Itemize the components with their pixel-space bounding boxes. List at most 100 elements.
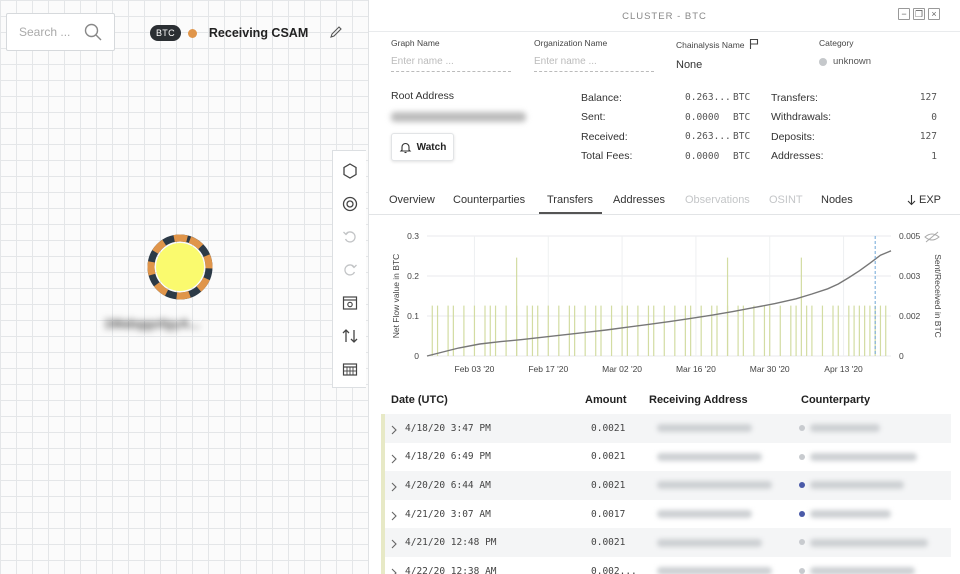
col-date[interactable]: Date (UTC): [391, 394, 448, 406]
redo-icon[interactable]: [333, 255, 367, 285]
hexagon-icon[interactable]: [333, 156, 367, 186]
tab-transfers[interactable]: Transfers: [539, 194, 603, 214]
graph-name-field: Graph Name Enter name ...: [391, 38, 511, 72]
fees-row: Total Fees: 0.0000 BTC: [581, 147, 750, 167]
row-receiving-address[interactable]: [657, 567, 772, 574]
search-box[interactable]: [6, 13, 115, 51]
bell-icon: [399, 142, 411, 153]
graph-canvas[interactable]: BTC Receiving CSAM 1MabggsfgyA...: [0, 0, 368, 574]
category-value-row[interactable]: unknown: [819, 56, 871, 67]
fees-label: Total Fees:: [581, 150, 633, 163]
calendar-grid-icon[interactable]: [333, 354, 367, 384]
panel-title: CLUSTER - BTC: [622, 11, 707, 22]
col-receiving-address[interactable]: Receiving Address: [649, 394, 748, 406]
counterparty-dot: [799, 567, 805, 574]
graph-name: Receiving CSAM: [208, 26, 309, 40]
addresses-row: Addresses: 1: [771, 147, 937, 167]
table-row[interactable]: 4/21/20 3:07 AM 0.0017: [381, 499, 951, 529]
undo-icon[interactable]: [333, 222, 367, 252]
tab-overview[interactable]: Overview: [389, 194, 435, 206]
chevron-right-icon[interactable]: [391, 451, 397, 469]
row-date: 4/20/20 6:44 AM: [405, 479, 491, 491]
deposits-row: Deposits: 127: [771, 127, 937, 147]
row-receiving-address[interactable]: [657, 538, 762, 547]
graph-name-input[interactable]: Enter name ...: [391, 56, 511, 72]
received-label: Received:: [581, 130, 628, 143]
export-button[interactable]: EXP: [907, 194, 941, 206]
tab-addresses[interactable]: Addresses: [613, 194, 665, 206]
fees-unit: BTC: [733, 150, 751, 162]
chevron-right-icon[interactable]: [391, 508, 397, 526]
chainalysis-label: Chainalysis Name: [676, 39, 745, 50]
panel-search-icon[interactable]: [333, 288, 367, 318]
org-name-field: Organization Name Enter name ...: [534, 38, 654, 72]
table-row[interactable]: 4/22/20 12:38 AM 0.002...: [381, 556, 951, 574]
eye-off-icon[interactable]: [924, 231, 940, 243]
row-counterparty[interactable]: [810, 510, 891, 519]
y2-tick-label: 0.003: [899, 271, 921, 281]
balance-unit: BTC: [733, 92, 751, 104]
row-amount: 0.0021: [591, 537, 626, 549]
chevron-right-icon[interactable]: [391, 565, 397, 574]
row-receiving-address[interactable]: [657, 510, 752, 519]
tab-nodes[interactable]: Nodes: [821, 194, 853, 206]
search-input[interactable]: [19, 25, 79, 39]
row-counterparty[interactable]: [810, 481, 904, 490]
status-dot: [187, 28, 197, 38]
table-row[interactable]: 4/20/20 6:44 AM 0.0021: [381, 471, 951, 500]
category-dot: [819, 57, 827, 66]
close-icon[interactable]: ×: [928, 8, 940, 20]
root-address-label: Root Address: [391, 90, 455, 102]
chevron-right-icon[interactable]: [391, 422, 397, 440]
transfers-icon[interactable]: [333, 321, 367, 351]
table-row[interactable]: 4/21/20 12:48 PM 0.0021: [381, 528, 951, 557]
y2-tick-label: 0.002: [899, 311, 921, 321]
watch-button[interactable]: Watch: [391, 133, 454, 161]
chevron-right-icon[interactable]: [391, 479, 397, 497]
row-counterparty[interactable]: [810, 567, 915, 574]
row-receiving-address[interactable]: [657, 424, 752, 433]
chevron-right-icon[interactable]: [391, 536, 397, 554]
col-counterparty[interactable]: Counterparty: [801, 394, 870, 406]
search-icon[interactable]: [84, 23, 102, 46]
org-name-input[interactable]: Enter name ...: [534, 56, 654, 72]
flag-icon[interactable]: [749, 38, 759, 51]
minimize-icon[interactable]: −: [898, 8, 910, 20]
addresses-label: Addresses:: [771, 150, 824, 163]
table-row[interactable]: 4/18/20 3:47 PM 0.0021: [381, 414, 951, 443]
watch-label: Watch: [416, 141, 447, 153]
withdrawals-row: Withdrawals: 0: [771, 108, 937, 128]
pencil-icon[interactable]: [329, 25, 343, 44]
col-amount[interactable]: Amount: [585, 394, 627, 406]
cluster-panel: CLUSTER - BTC − ❐ × Graph Name Enter nam…: [368, 0, 960, 574]
sent-label: Sent:: [581, 111, 606, 124]
restore-icon[interactable]: ❐: [913, 8, 925, 20]
tab-osint: OSINT: [769, 194, 803, 206]
counterparty-dot: [799, 425, 805, 431]
balance-stats: Balance: 0.263... BTC Sent: 0.0000 BTC R…: [581, 88, 750, 166]
download-icon: [907, 194, 916, 205]
row-counterparty[interactable]: [810, 538, 928, 547]
category-value: unknown: [833, 56, 872, 67]
row-amount: 0.0021: [591, 479, 626, 491]
tab-counterparties[interactable]: Counterparties: [453, 194, 525, 206]
root-address-value[interactable]: [391, 112, 526, 122]
transfers-value: 127: [919, 92, 937, 104]
received-value: 0.263...: [685, 131, 731, 143]
row-amount: 0.002...: [591, 565, 637, 574]
row-receiving-address[interactable]: [657, 452, 762, 461]
counterparty-dot: [799, 510, 805, 517]
withdrawals-label: Withdrawals:: [771, 111, 832, 124]
transfers-chart-svg: 0 0.1 0.2 0.3 0 0.002 0.003 0.005 Feb 03 '20 Feb …: [391, 231, 943, 374]
row-receiving-address[interactable]: [657, 481, 772, 490]
target-icon[interactable]: [333, 189, 367, 219]
x-tick-label: Mar 02 '20: [602, 364, 642, 374]
counterparty-dot: [799, 453, 805, 460]
row-counterparty[interactable]: [810, 424, 880, 433]
row-counterparty[interactable]: [810, 452, 917, 461]
export-label: EXP: [919, 194, 942, 206]
table-row[interactable]: 4/18/20 6:49 PM 0.0021: [381, 442, 951, 472]
y-axis-label: Net Flow value in BTC: [391, 254, 401, 339]
cluster-node[interactable]: [147, 234, 213, 300]
org-name-label: Organization Name: [534, 38, 608, 48]
